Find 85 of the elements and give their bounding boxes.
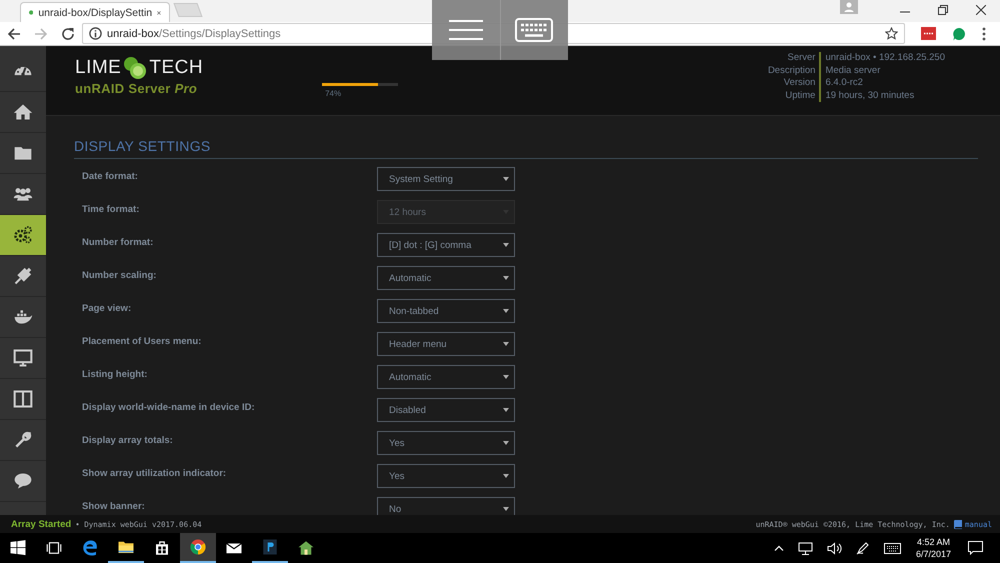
windows-icon — [9, 539, 27, 557]
columns-icon — [13, 389, 33, 409]
info-value: 6.4.0-rc2 — [825, 77, 864, 90]
select-dropdown[interactable]: Automatic — [377, 266, 515, 290]
select-dropdown[interactable]: Non-tabbed — [377, 299, 515, 323]
task-view-icon — [45, 539, 63, 557]
select-dropdown[interactable]: System Setting — [377, 167, 515, 191]
chat-bubble-icon[interactable] — [952, 26, 966, 40]
house-icon — [297, 539, 315, 557]
reload-icon[interactable] — [61, 26, 75, 40]
caret-icon — [503, 507, 509, 511]
logo-text: TECH — [149, 57, 204, 79]
info-label: Description — [768, 64, 816, 77]
keyboard-icon — [515, 18, 554, 42]
shopping-bag-icon — [153, 539, 171, 557]
setting-label: Display array totals: — [82, 434, 174, 448]
info-label: Server — [786, 52, 816, 64]
chat-bubble-icon — [13, 471, 33, 491]
restore-icon[interactable] — [938, 5, 948, 15]
browser-e-icon — [81, 539, 99, 557]
close-icon[interactable] — [976, 5, 986, 15]
product-name: unRAID Server Pro — [75, 81, 198, 96]
select-dropdown[interactable]: [D] dot : [G] comma — [377, 233, 515, 257]
info-value: 19 hours, 30 minutes — [825, 90, 916, 102]
favicon-icon — [29, 8, 34, 17]
setting-label: Show banner: — [82, 500, 146, 514]
pen-icon[interactable] — [856, 541, 870, 555]
monitor-icon — [13, 348, 33, 368]
select-dropdown[interactable]: Automatic — [377, 365, 515, 389]
gears-icon — [13, 225, 33, 245]
menu-icon — [448, 20, 483, 40]
setting-label: Show array utilization indicator: — [82, 467, 228, 481]
close-icon[interactable] — [157, 8, 161, 16]
chevron-up-icon[interactable] — [774, 545, 784, 551]
caret-icon — [503, 177, 509, 181]
lime-icon — [122, 56, 148, 80]
caret-icon — [503, 441, 509, 445]
back-icon[interactable] — [7, 26, 21, 40]
sidebar-item[interactable] — [0, 215, 46, 256]
setting-label: Display world-wide-name in device ID: — [82, 401, 256, 415]
select-dropdown[interactable]: Disabled — [377, 398, 515, 422]
setting-label: Number scaling: — [82, 269, 158, 283]
notification-icon[interactable] — [968, 541, 983, 555]
setting-label: Number format: — [82, 236, 154, 250]
caret-icon — [503, 276, 509, 280]
caret-icon — [503, 309, 509, 313]
caret-icon — [503, 375, 509, 379]
keyboard-icon[interactable] — [884, 542, 901, 554]
caret-icon — [503, 243, 509, 247]
volume-icon[interactable] — [826, 542, 842, 554]
chrome-icon — [189, 538, 207, 556]
browser-tab[interactable]: unraid-box/DisplaySettin — [20, 2, 170, 22]
url-text: unraid-box/Settings/DisplaySettings — [107, 28, 281, 40]
info-icon — [89, 27, 102, 40]
clock-time[interactable]: 4:52 AM — [916, 536, 951, 548]
select-dropdown[interactable]: Yes — [377, 464, 515, 488]
star-icon[interactable] — [885, 27, 898, 40]
logo-text: LIME — [75, 57, 122, 79]
info-label: Uptime — [784, 90, 816, 102]
setting-label: Date format: — [82, 170, 139, 184]
utilization-reading: 74% — [324, 89, 342, 98]
setting-label: Listing height: — [82, 368, 148, 382]
info-value: Media server — [825, 64, 882, 77]
caret-icon — [503, 342, 509, 346]
network-icon[interactable] — [798, 542, 813, 554]
setting-label: Time format: — [82, 203, 140, 217]
select-dropdown[interactable]: Yes — [377, 431, 515, 455]
home-icon — [13, 102, 33, 122]
p-app-icon — [261, 538, 279, 556]
info-label: Version — [782, 77, 816, 90]
plug-icon — [13, 266, 33, 286]
extension-icon[interactable] — [921, 27, 936, 40]
taskbar-app[interactable] — [180, 533, 216, 563]
select-dropdown[interactable]: Header menu — [377, 332, 515, 356]
section-title: DISPLAY SETTINGS — [74, 138, 978, 159]
clock-date[interactable]: 6/7/2017 — [916, 548, 951, 560]
book-icon — [954, 520, 962, 528]
select-dropdown[interactable]: No — [377, 497, 515, 515]
setting-label: Page view: — [82, 302, 132, 316]
array-status: Array Started — [11, 518, 72, 530]
caret-icon — [503, 474, 509, 478]
setting-label: Placement of Users menu: — [82, 335, 202, 349]
caret-icon — [503, 408, 509, 412]
info-value: unraid-box • 192.168.25.250 — [825, 52, 945, 64]
menu-icon[interactable] — [982, 26, 986, 40]
